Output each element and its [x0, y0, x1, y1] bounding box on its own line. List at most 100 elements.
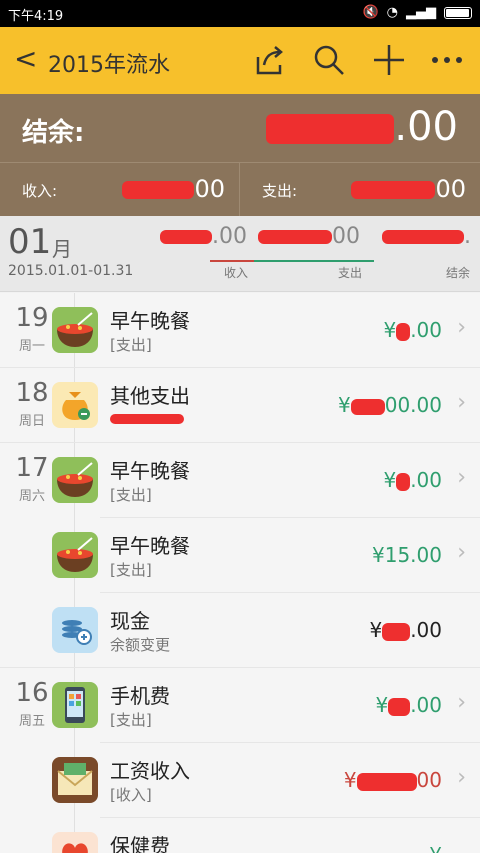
mute-icon: 🔇 [362, 5, 379, 20]
redaction-mark [122, 181, 195, 199]
weekday: 周日 [18, 414, 45, 429]
status-time: 下午4:19 [8, 9, 64, 24]
entry-name: 手机费 [110, 684, 170, 708]
list-item[interactable]: 保健费 ¥ [0, 818, 480, 853]
entry-amount-head: ¥ [383, 468, 397, 492]
entry-amount-head: ¥ [375, 693, 389, 717]
entry-type: [支出] [110, 711, 152, 729]
month-income-tail: .00 [212, 224, 247, 249]
chevron-right-icon: › [457, 540, 466, 565]
balance-label: 结余: [22, 118, 85, 148]
income-summary: 收入: 00 [0, 163, 240, 217]
more-icon[interactable] [428, 41, 466, 79]
chevron-right-icon: › [457, 465, 466, 490]
entry-name: 现金 [110, 609, 150, 633]
redaction-mark [396, 322, 411, 341]
entry-name: 保健费 [110, 834, 170, 853]
balance-amount-tail: .00 [394, 104, 458, 150]
month-expense-tail: 00 [332, 224, 360, 249]
back-icon[interactable]: < [14, 45, 37, 73]
entry-type: [支出] [110, 486, 152, 504]
month-number: 01 [8, 222, 52, 262]
chevron-right-icon: › [457, 390, 466, 415]
meal-icon [52, 532, 98, 578]
redaction-mark [350, 398, 385, 415]
weekday: 周五 [18, 714, 45, 729]
entry-amount: ¥ .00 [383, 468, 442, 492]
cash-icon [52, 607, 98, 653]
entry-amount: ¥00.00 [338, 393, 442, 417]
day-number: 19 [15, 303, 49, 333]
month-unit: 月 [52, 237, 72, 261]
search-icon[interactable] [310, 41, 348, 79]
redaction-mark [351, 181, 436, 199]
meal-icon [52, 307, 98, 353]
redaction-mark [382, 622, 411, 641]
entry-amount: ¥00 [344, 768, 442, 792]
entry-amount-tail: .00 [410, 693, 442, 717]
expense-summary: 支出: 00 [240, 163, 480, 217]
entry-type: [收入] [110, 786, 152, 804]
transaction-list: 19 周一 早午晚餐 [支出] ¥ .00 › 18 周日 其他支出 ¥ 00.… [0, 293, 480, 853]
income-amount: 00 [122, 175, 225, 203]
entry-amount-head: ¥ [338, 393, 351, 417]
redaction-mark [160, 230, 212, 244]
list-item[interactable]: 17 周六 早午晚餐 [支出] ¥ .00 › [0, 443, 480, 518]
entry-name: 早午晚餐 [110, 534, 190, 558]
status-icons: 🔇 ◔ ▂▄▆ [362, 5, 472, 20]
wifi-icon: ◔ [386, 5, 398, 20]
expense-amount: 00 [351, 175, 466, 203]
income-label: 收入: [22, 182, 58, 200]
entry-name: 早午晚餐 [110, 459, 190, 483]
battery-icon [444, 6, 472, 19]
month-expense-amount: 00 [258, 224, 360, 249]
month-figures: .00 00 . 收入 支出 结余 [160, 224, 478, 284]
list-item[interactable]: 19 周一 早午晚餐 [支出] ¥ .00 › [0, 293, 480, 368]
signal-icon: ▂▄▆ [406, 5, 436, 20]
redaction-mark [110, 414, 184, 424]
day-number: 16 [15, 678, 49, 708]
entry-amount-tail: .00 [410, 318, 442, 342]
health-icon [52, 832, 98, 853]
money-bag-icon [52, 382, 98, 428]
redaction-mark [382, 230, 464, 244]
entry-amount: ¥ .00 [369, 618, 442, 642]
income-bar [210, 260, 254, 262]
share-icon[interactable] [250, 41, 288, 79]
redaction-mark [266, 114, 395, 144]
balance-panel: 结余: .00 [0, 94, 480, 162]
list-item[interactable]: 18 周日 其他支出 ¥00.00 › [0, 368, 480, 443]
entry-type: [支出] [110, 561, 152, 579]
month-summary[interactable]: 01 月 2015.01.01-01.31 .00 00 . 收入 支出 结余 [0, 216, 480, 292]
redaction-mark [258, 230, 332, 244]
entry-amount-tail: .00 [410, 618, 442, 642]
redaction-mark [356, 772, 417, 791]
list-item[interactable]: 16 周五 手机费 [支出] ¥ .00 › [0, 668, 480, 743]
status-bar: 下午4:19 🔇 ◔ ▂▄▆ [0, 0, 480, 27]
entry-type: [支出] [110, 336, 152, 354]
entry-amount-tail: .00 [410, 468, 442, 492]
month-date-range: 2015.01.01-01.31 [8, 263, 134, 279]
month-expense-label: 支出 [338, 266, 363, 280]
entry-amount-tail: 00 [416, 768, 442, 792]
entry-name: 早午晚餐 [110, 309, 190, 333]
weekday: 周六 [18, 489, 45, 504]
list-item[interactable]: 现金 余额变更 ¥ .00 [0, 593, 480, 668]
add-icon[interactable] [370, 41, 408, 79]
month-income-amount: .00 [160, 224, 247, 249]
month-income-label: 收入 [224, 266, 249, 280]
entry-amount-tail: 15.00 [384, 543, 442, 567]
weekday: 周一 [18, 339, 45, 354]
entry-amount-head: ¥ [372, 543, 385, 567]
entry-name: 工资收入 [110, 759, 190, 783]
month-balance-amount: . [382, 224, 471, 249]
entry-amount-head: ¥ [369, 618, 383, 642]
expense-amount-tail: 00 [435, 175, 466, 203]
chevron-right-icon: › [457, 315, 466, 340]
entry-amount-tail: 00.00 [384, 393, 442, 417]
month-balance-tail: . [464, 224, 471, 249]
day-number: 17 [15, 453, 49, 483]
month-balance-label: 结余 [446, 266, 471, 280]
list-item[interactable]: 工资收入 [收入] ¥00 › [0, 743, 480, 818]
list-item[interactable]: 早午晚餐 [支出] ¥15.00 › [0, 518, 480, 593]
